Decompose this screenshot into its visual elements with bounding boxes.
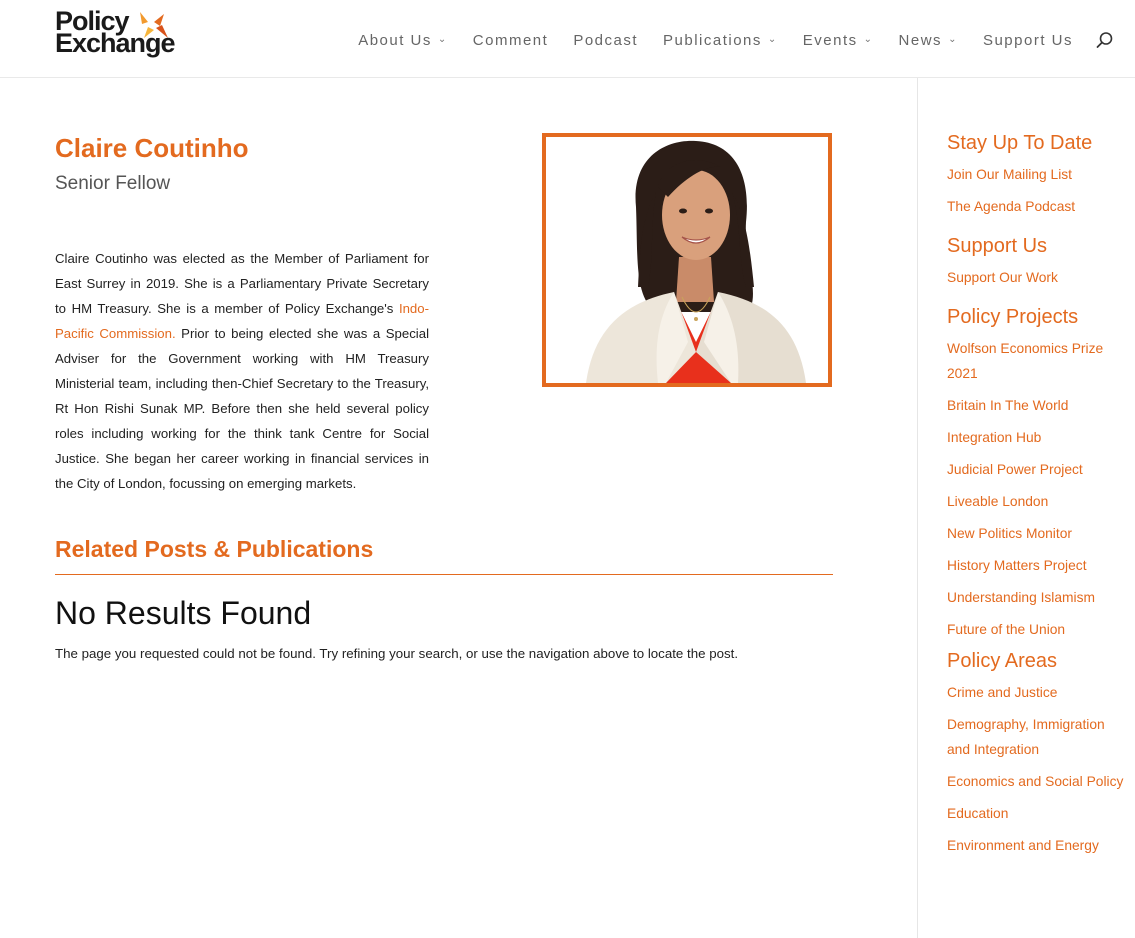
sidebar-link-support-our-work[interactable]: Support Our Work: [947, 265, 1127, 290]
sidebar-link-future-of-union[interactable]: Future of the Union: [947, 617, 1127, 642]
logo-arrows-icon: [140, 12, 168, 38]
sidebar-stay-up-to-date: Stay Up To Date Join Our Mailing List Th…: [947, 132, 1127, 219]
nav-about-us[interactable]: About Us ⌄: [358, 32, 448, 49]
nav-label: Support Us: [982, 31, 1073, 49]
sidebar-heading: Support Us: [947, 235, 1048, 257]
chevron-down-icon: ⌄: [948, 33, 958, 45]
nav-label: Publications: [663, 31, 762, 49]
sidebar-link-education[interactable]: Education: [947, 801, 1127, 826]
sidebar-link-crime-justice[interactable]: Crime and Justice: [947, 680, 1127, 705]
search-button[interactable]: [1095, 30, 1115, 50]
sidebar-support-us: Support Us Support Our Work: [947, 235, 1127, 290]
person-bio: Claire Coutinho was elected as the Membe…: [55, 246, 429, 496]
sidebar-link-agenda-podcast[interactable]: The Agenda Podcast: [947, 194, 1127, 219]
sidebar-link-mailing-list[interactable]: Join Our Mailing List: [947, 162, 1127, 187]
sidebar-link-britain-in-the-world[interactable]: Britain In The World: [947, 393, 1127, 418]
sidebar-link-judicial-power[interactable]: Judicial Power Project: [947, 457, 1127, 482]
person-name: Claire Coutinho: [55, 133, 249, 163]
nav-comment[interactable]: Comment: [473, 32, 549, 49]
sidebar-heading: Policy Areas: [947, 650, 1058, 672]
chevron-down-icon: ⌄: [863, 33, 874, 45]
nav-events[interactable]: Events ⌄: [803, 32, 874, 49]
nav-label: Events: [802, 31, 858, 49]
sidebar-heading: Policy Projects: [947, 306, 1079, 328]
sidebar-link-demography[interactable]: Demography, Immigration and Integration: [947, 712, 1127, 762]
no-results-title: No Results Found: [55, 595, 312, 631]
sidebar-link-integration-hub[interactable]: Integration Hub: [947, 425, 1127, 450]
person-role: Senior Fellow: [55, 173, 171, 194]
sidebar-link-economics-social[interactable]: Economics and Social Policy: [947, 769, 1127, 794]
bio-text: Claire Coutinho was elected as the Membe…: [55, 251, 429, 316]
sidebar-link-wolfson-prize[interactable]: Wolfson Economics Prize 2021: [947, 336, 1127, 386]
person-portrait: [542, 133, 832, 387]
sidebar-link-liveable-london[interactable]: Liveable London: [947, 489, 1127, 514]
nav-label: Podcast: [573, 31, 639, 49]
bio-text: Prior to being elected she was a Special…: [55, 326, 429, 491]
sidebar-link-new-politics-monitor[interactable]: New Politics Monitor: [947, 521, 1127, 546]
section-divider: [55, 574, 833, 575]
portrait-image: [546, 137, 828, 383]
sidebar: Stay Up To Date Join Our Mailing List Th…: [947, 132, 1127, 874]
nav-podcast[interactable]: Podcast: [573, 32, 638, 49]
sidebar-heading: Stay Up To Date: [947, 132, 1093, 154]
nav-publications[interactable]: Publications ⌄: [663, 32, 778, 49]
sidebar-policy-projects: Policy Projects Wolfson Economics Prize …: [947, 306, 1127, 642]
nav-news[interactable]: News ⌄: [899, 32, 958, 49]
no-results-text: The page you requested could not be foun…: [55, 646, 739, 661]
nav-label: Comment: [472, 31, 549, 49]
sidebar-policy-areas: Policy Areas Crime and Justice Demograph…: [947, 650, 1127, 858]
sidebar-divider: [917, 78, 918, 938]
site-header: Policy Exchange About Us ⌄ Comment Podca…: [0, 0, 1135, 78]
chevron-down-icon: ⌄: [767, 33, 778, 45]
sidebar-link-environment-energy[interactable]: Environment and Energy: [947, 833, 1127, 858]
main-nav: About Us ⌄ Comment Podcast Publications …: [333, 30, 1115, 50]
nav-support-us[interactable]: Support Us: [983, 32, 1073, 49]
related-posts-heading: Related Posts & Publications: [55, 536, 374, 562]
policy-exchange-logo[interactable]: Policy Exchange: [55, 8, 185, 70]
sidebar-link-history-matters[interactable]: History Matters Project: [947, 553, 1127, 578]
chevron-down-icon: ⌄: [437, 33, 448, 45]
search-icon: [1096, 32, 1113, 48]
nav-label: News: [898, 31, 943, 49]
nav-label: About Us: [358, 31, 432, 49]
sidebar-link-understanding-islamism[interactable]: Understanding Islamism: [947, 585, 1127, 610]
